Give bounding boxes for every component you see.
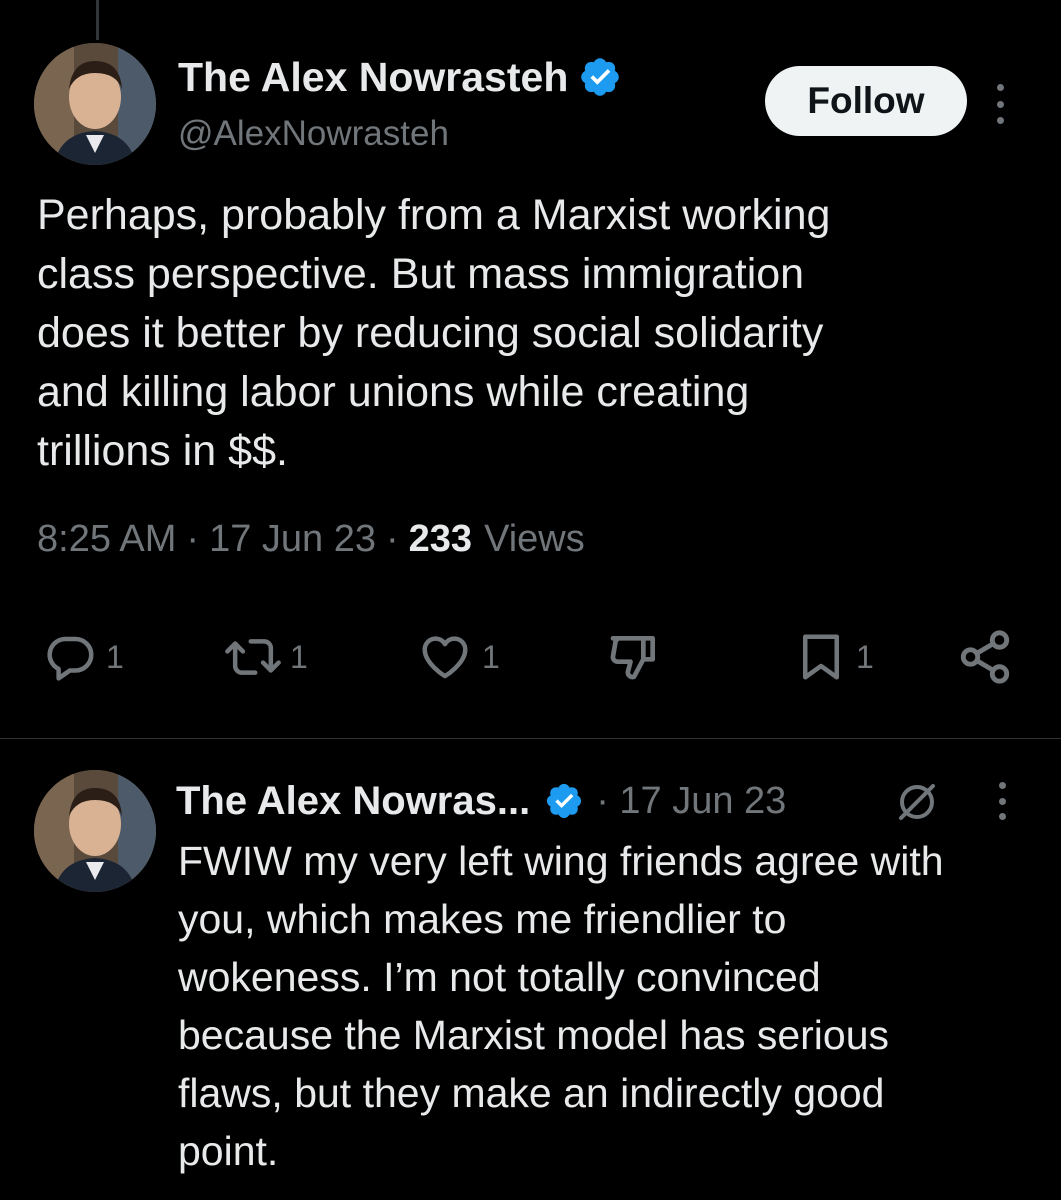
thumbs-down-icon <box>606 629 662 685</box>
tweet-meta: 8:25 AM · 17 Jun 23 · 233 Views <box>37 518 585 561</box>
meta-separator: · <box>186 518 200 560</box>
author-name[interactable]: The Alex Nowrasteh <box>178 54 568 101</box>
more-options-icon[interactable] <box>986 84 1014 124</box>
verified-badge-icon <box>578 55 622 99</box>
heart-icon <box>416 630 474 684</box>
retweet-count: 1 <box>290 638 308 675</box>
bookmark-count: 1 <box>856 638 874 675</box>
author-handle[interactable]: @AlexNowrasteh <box>178 114 449 154</box>
author-name-row: The Alex Nowrasteh <box>178 52 622 102</box>
reply-author-name[interactable]: The Alex Nowras... <box>176 779 530 824</box>
views-label: Views <box>484 518 585 560</box>
tweet-text: Perhaps, probably from a Marxist working… <box>37 191 831 475</box>
retweet-icon <box>224 630 282 684</box>
bookmark-button[interactable]: 1 <box>794 622 874 692</box>
retweet-button[interactable]: 1 <box>224 622 308 692</box>
avatar[interactable] <box>34 43 156 165</box>
grok-icon[interactable] <box>893 778 941 826</box>
reply-text: FWIW my very left wing friends agree wit… <box>178 838 944 1174</box>
like-button[interactable]: 1 <box>416 622 500 692</box>
share-button[interactable] <box>956 622 1014 692</box>
tweet-time[interactable]: 8:25 AM <box>37 518 176 561</box>
tweet-actions: 1 1 1 1 <box>0 622 1061 692</box>
share-icon <box>956 628 1014 686</box>
dislike-button[interactable] <box>606 622 662 692</box>
divider <box>0 738 1061 739</box>
tweet-date[interactable]: 17 Jun 23 <box>209 518 376 561</box>
like-count: 1 <box>482 638 500 675</box>
reply-header: The Alex Nowras... · 17 Jun 23 <box>176 775 786 827</box>
views-count[interactable]: 233 <box>409 518 472 561</box>
avatar[interactable] <box>34 770 156 892</box>
reply-button[interactable]: 1 <box>44 622 124 692</box>
follow-button[interactable]: Follow <box>765 66 967 136</box>
verified-badge-icon <box>544 781 584 821</box>
reply-count: 1 <box>106 638 124 675</box>
main-tweet: The Alex Nowrasteh @AlexNowrasteh Follow… <box>0 0 1061 740</box>
reply-icon <box>44 630 98 684</box>
reply-date[interactable]: · 17 Jun 23 <box>596 780 786 823</box>
more-options-icon[interactable] <box>990 782 1014 820</box>
bookmark-icon <box>794 629 848 685</box>
meta-separator: · <box>386 518 399 560</box>
